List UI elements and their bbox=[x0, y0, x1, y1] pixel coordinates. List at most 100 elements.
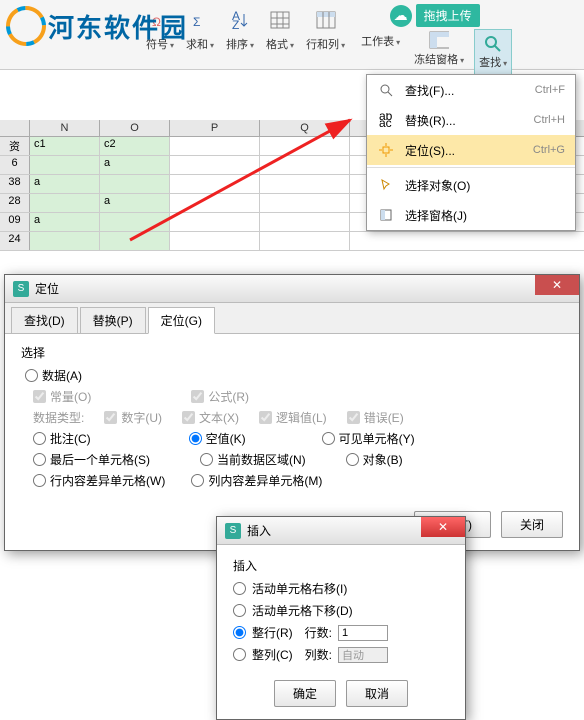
check-formula bbox=[191, 390, 204, 403]
row-header[interactable]: 38 bbox=[0, 175, 30, 193]
radio-entire-col[interactable] bbox=[233, 648, 246, 661]
radio-rowdiff[interactable] bbox=[33, 474, 46, 487]
rowcol-group[interactable]: 行和列 bbox=[302, 4, 349, 54]
svg-text:Σ: Σ bbox=[193, 15, 200, 29]
col-header[interactable]: P bbox=[170, 120, 260, 136]
format-icon bbox=[266, 6, 294, 34]
insert-dialog: S 插入 ✕ 插入 活动单元格右移(I) 活动单元格下移(D) 整行(R) 行数… bbox=[216, 516, 466, 720]
find-label: 查找 bbox=[479, 54, 507, 70]
sort-group[interactable]: AZ 排序 bbox=[222, 4, 258, 54]
pane-icon bbox=[377, 206, 395, 224]
menu-replace[interactable]: abac 替换(R)... Ctrl+H bbox=[367, 105, 575, 135]
row-header[interactable]: 28 bbox=[0, 194, 30, 212]
menu-separator bbox=[367, 167, 575, 168]
sheet-label: 工作表 bbox=[361, 33, 400, 49]
cell[interactable]: a bbox=[30, 213, 100, 231]
radio-entire-row[interactable] bbox=[233, 626, 246, 639]
sheet-row[interactable]: 24 bbox=[0, 232, 584, 251]
menu-select-pane[interactable]: 选择窗格(J) bbox=[367, 200, 575, 230]
cell[interactable] bbox=[170, 213, 260, 231]
cell[interactable] bbox=[170, 232, 260, 250]
ok-button[interactable]: 确定 bbox=[274, 680, 336, 707]
cell[interactable] bbox=[260, 213, 350, 231]
cell[interactable] bbox=[260, 194, 350, 212]
radio-data[interactable] bbox=[25, 369, 38, 382]
radio-shift-right[interactable] bbox=[233, 582, 246, 595]
freeze-icon bbox=[428, 31, 450, 49]
check-error bbox=[347, 411, 360, 424]
sheet-group[interactable]: 工作表 bbox=[357, 29, 404, 75]
radio-shift-down[interactable] bbox=[233, 604, 246, 617]
search-icon bbox=[377, 81, 395, 99]
cell[interactable] bbox=[260, 137, 350, 155]
cell[interactable]: c1 bbox=[30, 137, 100, 155]
col-header[interactable]: O bbox=[100, 120, 170, 136]
dialog-app-icon: S bbox=[13, 281, 29, 297]
cell[interactable] bbox=[30, 194, 100, 212]
find-group[interactable]: 查找 bbox=[474, 29, 512, 75]
cell[interactable]: a bbox=[30, 175, 100, 193]
col-header[interactable] bbox=[0, 120, 30, 136]
radio-coldiff[interactable] bbox=[191, 474, 204, 487]
find-dropdown-menu: 查找(F)... Ctrl+F abac 替换(R)... Ctrl+H 定位(… bbox=[366, 74, 576, 231]
dialog-tabs: 查找(D) 替换(P) 定位(G) bbox=[5, 303, 579, 334]
menu-select-object[interactable]: 选择对象(O) bbox=[367, 170, 575, 200]
cell[interactable] bbox=[170, 194, 260, 212]
format-group[interactable]: 格式 bbox=[262, 4, 298, 54]
cell[interactable] bbox=[260, 156, 350, 174]
cell[interactable] bbox=[30, 156, 100, 174]
row-header[interactable]: 24 bbox=[0, 232, 30, 250]
cell[interactable] bbox=[100, 175, 170, 193]
upload-button[interactable]: 拖拽上传 bbox=[416, 4, 480, 27]
cell[interactable]: a bbox=[100, 156, 170, 174]
cancel-button[interactable]: 取消 bbox=[346, 680, 408, 707]
cell[interactable] bbox=[170, 175, 260, 193]
site-name: 河东软件园 bbox=[48, 8, 188, 45]
rowcol-icon bbox=[312, 6, 340, 34]
find-icon bbox=[482, 34, 504, 52]
row-header[interactable]: 09 bbox=[0, 213, 30, 231]
tab-replace[interactable]: 替换(P) bbox=[80, 307, 146, 333]
insert-titlebar[interactable]: S 插入 ✕ bbox=[217, 517, 465, 545]
cell[interactable]: c2 bbox=[100, 137, 170, 155]
close-button[interactable]: ✕ bbox=[535, 275, 579, 295]
cell[interactable] bbox=[260, 232, 350, 250]
replace-icon: abac bbox=[377, 111, 395, 129]
menu-find[interactable]: 查找(F)... Ctrl+F bbox=[367, 75, 575, 105]
cell[interactable] bbox=[260, 175, 350, 193]
check-constant bbox=[33, 390, 46, 403]
cell[interactable] bbox=[100, 232, 170, 250]
radio-visible[interactable] bbox=[322, 432, 335, 445]
freeze-group[interactable]: 冻结窗格 bbox=[410, 29, 468, 75]
row-header[interactable]: 资 bbox=[0, 137, 30, 155]
radio-curregion[interactable] bbox=[200, 453, 213, 466]
insert-close-button[interactable]: ✕ bbox=[421, 517, 465, 537]
col-header[interactable]: Q bbox=[260, 120, 350, 136]
tab-find[interactable]: 查找(D) bbox=[11, 307, 78, 333]
radio-comment[interactable] bbox=[33, 432, 46, 445]
select-label: 选择 bbox=[21, 344, 563, 361]
row-header[interactable]: 6 bbox=[0, 156, 30, 174]
tab-goto[interactable]: 定位(G) bbox=[148, 307, 215, 334]
cell[interactable]: a bbox=[100, 194, 170, 212]
col-header[interactable]: N bbox=[30, 120, 100, 136]
menu-goto[interactable]: 定位(S)... Ctrl+G bbox=[367, 135, 575, 165]
rows-input[interactable] bbox=[338, 625, 388, 641]
dialog-body: 选择 数据(A) 常量(O) 公式(R) 数据类型: 数字(U) 文本(X) 逻… bbox=[5, 334, 579, 503]
close-dialog-button[interactable]: 关闭 bbox=[501, 511, 563, 538]
format-label: 格式 bbox=[266, 36, 294, 52]
insert-title: 插入 bbox=[247, 522, 271, 539]
cell[interactable] bbox=[170, 156, 260, 174]
radio-blank[interactable] bbox=[189, 432, 202, 445]
sort-label: 排序 bbox=[226, 36, 254, 52]
cols-input bbox=[338, 647, 388, 663]
cell[interactable] bbox=[170, 137, 260, 155]
cell[interactable] bbox=[30, 232, 100, 250]
site-logo-icon bbox=[4, 4, 48, 48]
insert-body: 插入 活动单元格右移(I) 活动单元格下移(D) 整行(R) 行数: 整列(C)… bbox=[217, 545, 465, 680]
cloud-icon: ☁ bbox=[390, 5, 412, 27]
cell[interactable] bbox=[100, 213, 170, 231]
dialog-titlebar[interactable]: S 定位 ✕ bbox=[5, 275, 579, 303]
radio-lastcell[interactable] bbox=[33, 453, 46, 466]
radio-object[interactable] bbox=[346, 453, 359, 466]
